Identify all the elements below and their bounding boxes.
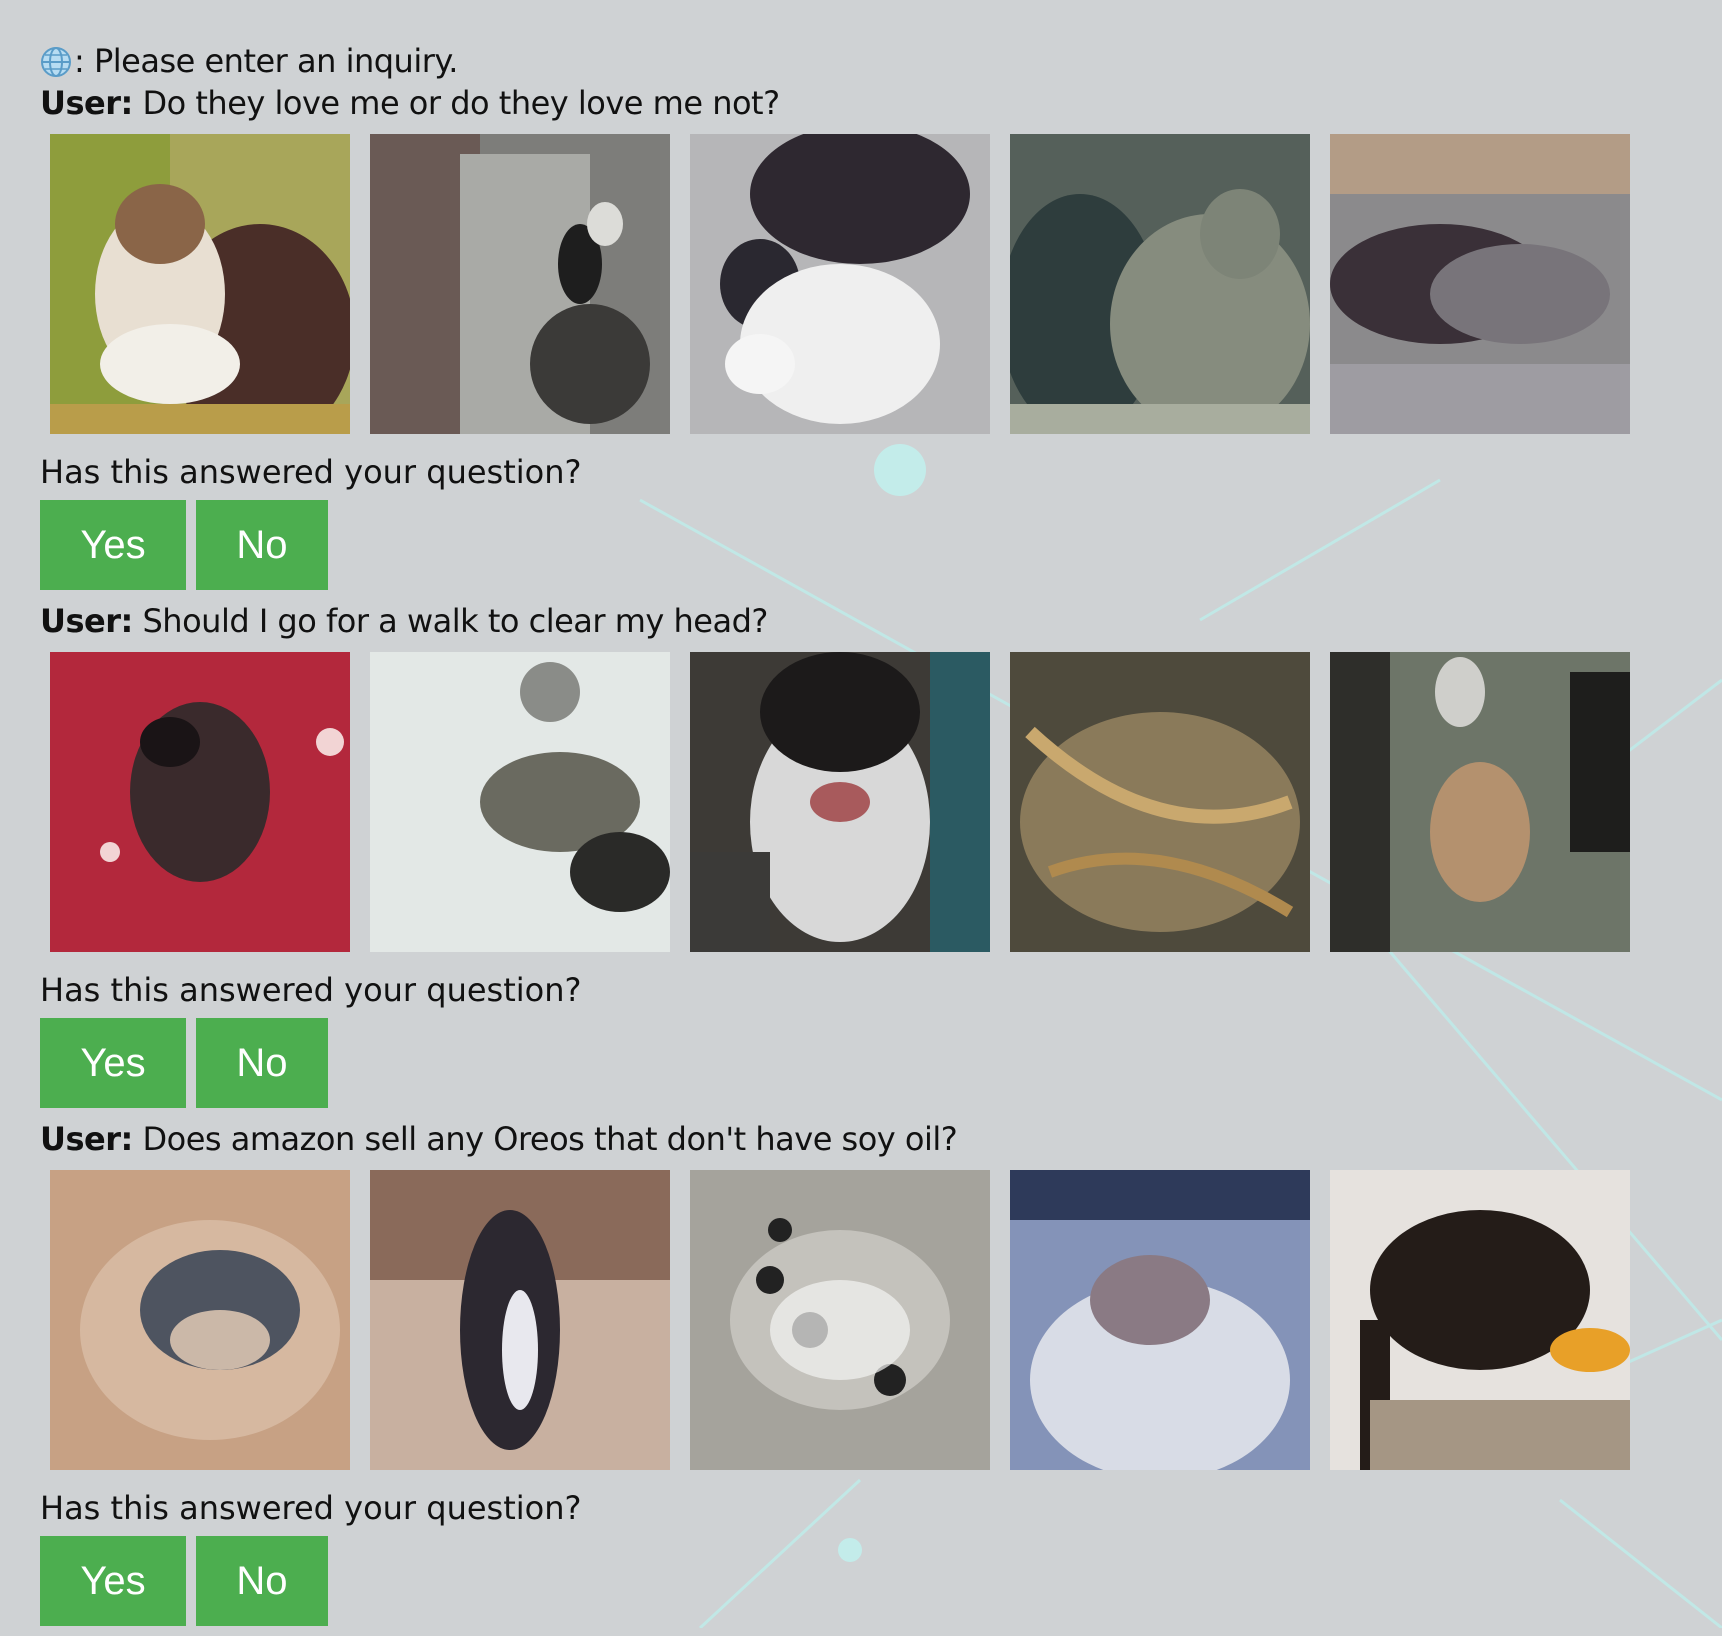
yes-button[interactable]: Yes	[40, 1018, 186, 1108]
feedback-buttons: Yes No	[40, 1018, 1680, 1108]
cat-image	[690, 652, 990, 952]
image-results	[50, 1170, 1680, 1470]
feedback-buttons: Yes No	[40, 1536, 1680, 1626]
user-message: User: Should I go for a walk to clear my…	[40, 600, 1680, 642]
chat-log: : Please enter an inquiry. User: Do they…	[40, 40, 1680, 1636]
speaker-label: User:	[40, 1120, 133, 1158]
speaker-label: User:	[40, 84, 133, 122]
cat-image	[1010, 1170, 1310, 1470]
cat-image	[370, 1170, 670, 1470]
system-message-text: : Please enter an inquiry.	[74, 42, 458, 80]
cat-image	[1330, 134, 1630, 434]
user-message: User: Do they love me or do they love me…	[40, 82, 1680, 124]
feedback-buttons: Yes No	[40, 500, 1680, 590]
image-results	[50, 652, 1680, 952]
cat-image	[370, 652, 670, 952]
globe-icon	[41, 47, 71, 77]
image-results	[50, 134, 1680, 434]
no-button[interactable]: No	[196, 1536, 328, 1626]
yes-button[interactable]: Yes	[40, 1536, 186, 1626]
cat-image	[50, 652, 350, 952]
feedback-prompt: Has this answered your question?	[40, 971, 582, 1009]
cat-image	[1010, 134, 1310, 434]
yes-button[interactable]: Yes	[40, 500, 186, 590]
feedback-prompt: Has this answered your question?	[40, 453, 582, 491]
cat-image	[1330, 1170, 1630, 1470]
user-question: Should I go for a walk to clear my head?	[142, 602, 768, 640]
user-message: User: Does amazon sell any Oreos that do…	[40, 1118, 1680, 1160]
cat-image	[690, 1170, 990, 1470]
cat-image	[690, 134, 990, 434]
no-button[interactable]: No	[196, 1018, 328, 1108]
no-button[interactable]: No	[196, 500, 328, 590]
cat-image	[50, 1170, 350, 1470]
speaker-label: User:	[40, 602, 133, 640]
cat-image	[1010, 652, 1310, 952]
feedback-prompt: Has this answered your question?	[40, 1489, 582, 1527]
user-question: Do they love me or do they love me not?	[142, 84, 780, 122]
cat-image	[370, 134, 670, 434]
cat-image	[1330, 652, 1630, 952]
user-question: Does amazon sell any Oreos that don't ha…	[142, 1120, 958, 1158]
system-message: : Please enter an inquiry.	[40, 40, 1680, 82]
cat-image	[50, 134, 350, 434]
